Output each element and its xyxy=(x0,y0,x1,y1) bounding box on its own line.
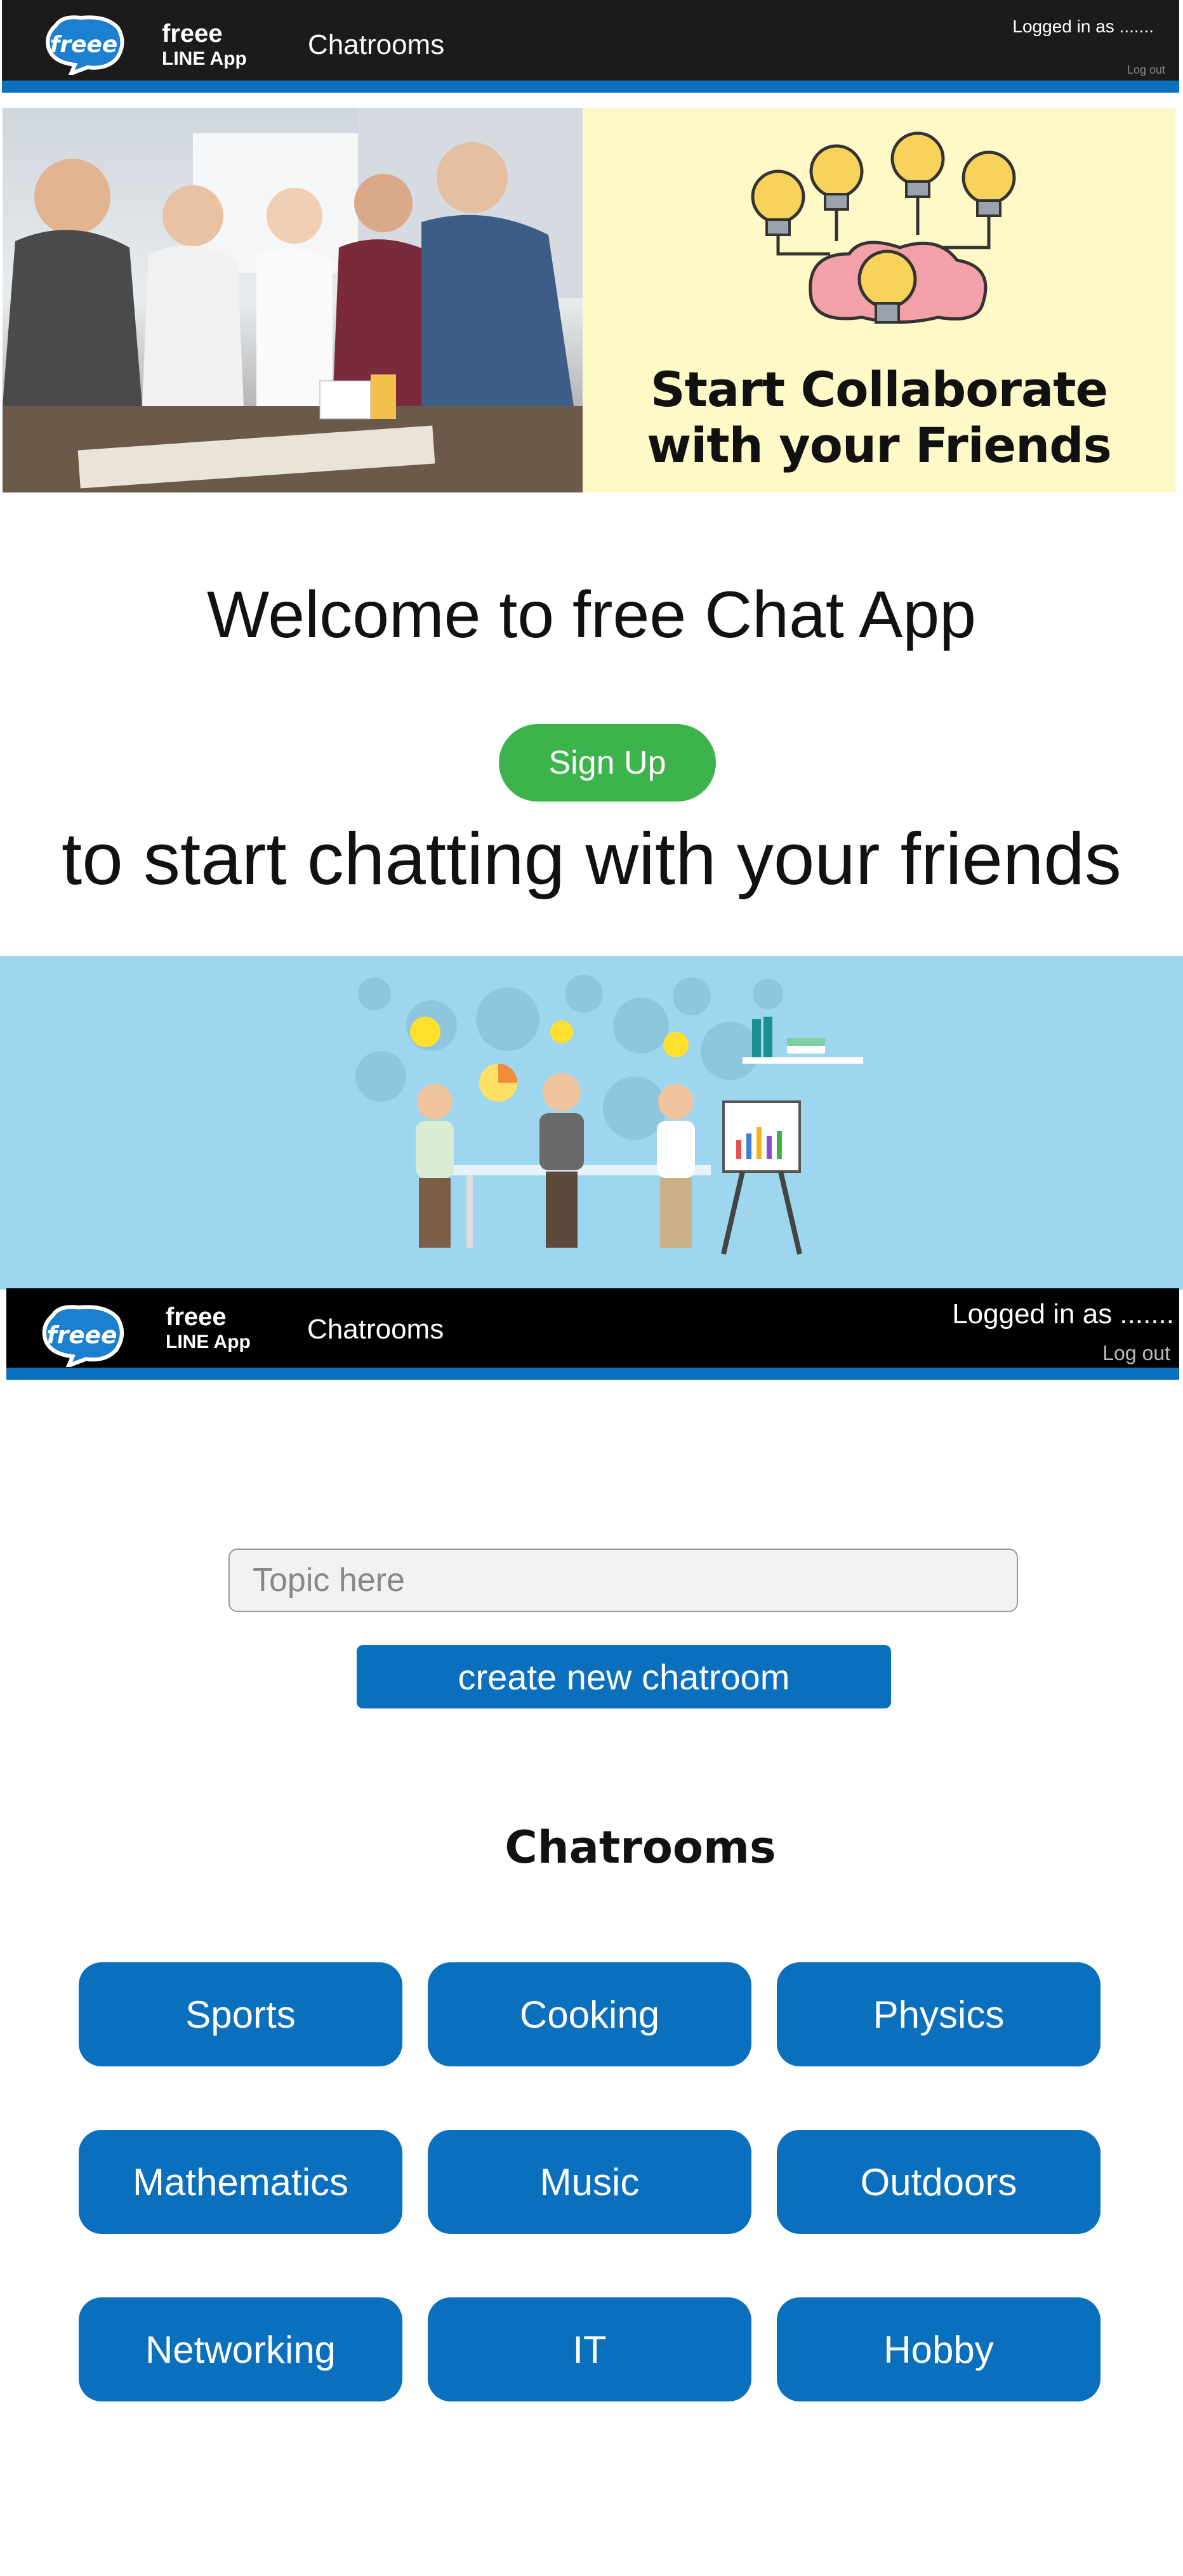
brand-line2: LINE App xyxy=(162,48,247,69)
hero-tagline: Start Collaborate with your Friends xyxy=(583,362,1175,473)
freee-logo-icon[interactable]: freee xyxy=(43,14,126,75)
secondary-navbar: freee freee LINE App Chatrooms Logged in… xyxy=(6,1288,1179,1380)
room-button-it[interactable]: IT xyxy=(428,2297,751,2401)
hero-tagline-line1: Start Collaborate xyxy=(650,361,1108,418)
room-button-cooking[interactable]: Cooking xyxy=(428,1962,751,2066)
hero-collaborate-banner: Start Collaborate with your Friends xyxy=(583,108,1175,492)
hero-tagline-line2: with your Friends xyxy=(647,417,1112,473)
svg-text:freee: freee xyxy=(46,1321,117,1349)
room-button-physics[interactable]: Physics xyxy=(777,1962,1100,2066)
brand-line1: freee xyxy=(162,20,223,48)
freee-logo-icon[interactable]: freee xyxy=(38,1304,127,1367)
room-button-music[interactable]: Music xyxy=(428,2130,751,2234)
room-button-networking[interactable]: Networking xyxy=(79,2297,402,2401)
topic-input[interactable] xyxy=(228,1549,1018,1612)
hero-team-photo xyxy=(3,108,583,492)
brand-title: freee LINE App xyxy=(166,1302,251,1354)
logout-link[interactable]: Log out xyxy=(1102,1342,1170,1365)
brand-line1: freee xyxy=(166,1303,227,1331)
room-button-mathematics[interactable]: Mathematics xyxy=(79,2130,402,2234)
navbar-accent-bar xyxy=(2,81,1179,93)
chatrooms-heading: Chatrooms xyxy=(505,1821,776,1873)
brand-line2: LINE App xyxy=(166,1331,251,1352)
top-navbar: freee freee LINE App Chatrooms Logged in… xyxy=(2,0,1179,93)
room-button-outdoors[interactable]: Outdoors xyxy=(777,2130,1100,2234)
navbar-accent-bar xyxy=(6,1368,1179,1380)
welcome-subline: to start chatting with your friends xyxy=(62,817,1121,900)
logout-link[interactable]: Log out xyxy=(1127,63,1165,77)
nav-chatrooms-link[interactable]: Chatrooms xyxy=(307,1314,444,1345)
logged-in-status: Logged in as ....... xyxy=(1012,17,1154,36)
brand-title: freee LINE App xyxy=(162,19,247,70)
create-chatroom-button[interactable]: create new chatroom xyxy=(357,1645,891,1708)
meeting-illustration xyxy=(0,956,1183,1290)
nav-chatrooms-link[interactable]: Chatrooms xyxy=(308,29,444,61)
lightbulb-brain-icon xyxy=(751,131,1016,324)
svg-text:freee: freee xyxy=(50,32,118,58)
welcome-title: Welcome to free Chat App xyxy=(206,578,977,652)
logged-in-status: Logged in as ....... xyxy=(952,1298,1174,1330)
signup-button[interactable]: Sign Up xyxy=(499,724,716,802)
room-button-hobby[interactable]: Hobby xyxy=(777,2297,1100,2401)
room-button-sports[interactable]: Sports xyxy=(79,1962,402,2066)
